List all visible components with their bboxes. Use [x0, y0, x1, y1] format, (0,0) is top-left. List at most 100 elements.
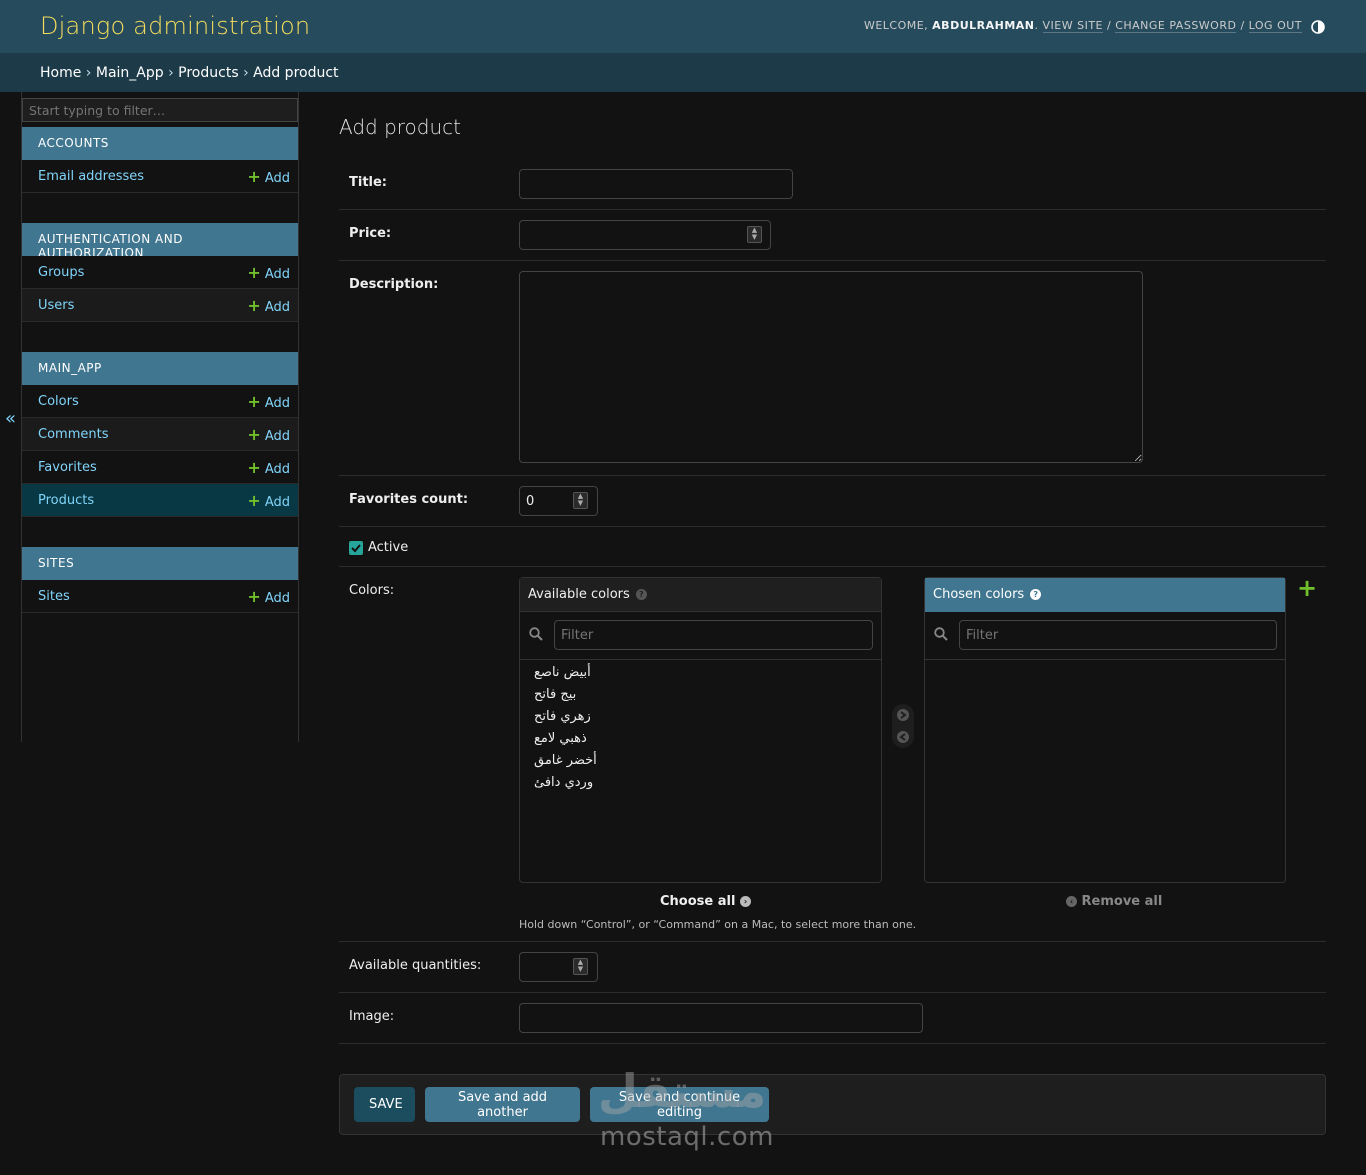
image-input[interactable]	[519, 1003, 923, 1033]
plus-icon: +	[247, 296, 261, 315]
chosen-colors-header: Chosen colors?	[925, 578, 1285, 612]
chevron-left-icon: ‹	[1066, 896, 1077, 907]
sidebar-model-link[interactable]: Sites	[38, 589, 70, 604]
breadcrumb-separator: ›	[168, 65, 174, 81]
sidebar-item-comments: Comments + Add	[22, 418, 298, 451]
price-spinner[interactable]: ▲ ▼	[747, 226, 762, 243]
module-caption-sites[interactable]: SITES	[22, 547, 298, 580]
breadcrumb-separator: ›	[243, 65, 249, 81]
watermark-logo: مستقل	[598, 1064, 767, 1118]
form-row-image: Image:	[339, 993, 1326, 1044]
add-user-link[interactable]: + Add	[247, 296, 290, 315]
move-left-icon[interactable]	[896, 730, 910, 744]
breadcrumb-app[interactable]: Main_App	[96, 65, 164, 81]
colors-help-text: Hold down “Control”, or “Command” on a M…	[519, 918, 917, 931]
available-colors-title: Available colors	[528, 587, 630, 602]
choose-all-link[interactable]: Choose all ›	[660, 894, 751, 909]
sidebar-model-link[interactable]: Email addresses	[38, 169, 144, 184]
title-input[interactable]	[519, 169, 793, 199]
site-brand-link[interactable]: Django administration	[40, 12, 310, 40]
module-caption-auth[interactable]: AUTHENTICATION AND AUTHORIZATION	[22, 223, 298, 260]
page-title: Add product	[339, 115, 462, 139]
remove-all-link[interactable]: ‹ Remove all	[1066, 894, 1162, 909]
add-group-link[interactable]: + Add	[247, 263, 290, 282]
add-comment-link[interactable]: + Add	[247, 425, 290, 444]
plus-icon: +	[247, 491, 261, 510]
color-option[interactable]: وردي دافئ	[520, 772, 881, 794]
save-button[interactable]: SAVE	[354, 1087, 415, 1122]
color-option[interactable]: أبيض ناصع	[520, 662, 881, 684]
add-label: Add	[264, 462, 290, 477]
breadcrumb-model[interactable]: Products	[178, 65, 238, 81]
sidebar-model-link[interactable]: Products	[38, 493, 94, 508]
module-caption-main-app[interactable]: MAIN_APP	[22, 352, 298, 385]
quantities-spinner[interactable]: ▲ ▼	[573, 958, 588, 975]
change-password-link[interactable]: CHANGE PASSWORD	[1115, 19, 1237, 33]
title-label: Title:	[349, 175, 388, 190]
color-option[interactable]: زهري فاتح	[520, 706, 881, 728]
help-icon: ?	[635, 589, 647, 600]
add-label: Add	[264, 591, 290, 606]
user-tools: WELCOME, ABDULRAHMAN. VIEW SITE / CHANGE…	[863, 19, 1302, 33]
form-row-favorites-count: Favorites count: ▲▼	[339, 476, 1326, 527]
chosen-colors-filter-input[interactable]	[959, 620, 1277, 650]
toggle-nav-sidebar-button[interactable]: «	[0, 92, 22, 742]
description-label: Description:	[349, 277, 439, 292]
add-label: Add	[264, 171, 290, 186]
add-favorite-link[interactable]: + Add	[247, 458, 290, 477]
color-option[interactable]: ذهبي لامع	[520, 728, 881, 750]
sidebar-model-link[interactable]: Users	[38, 298, 74, 313]
breadcrumb-home[interactable]: Home	[40, 65, 81, 81]
chosen-colors-box: Chosen colors?	[924, 577, 1286, 883]
sidebar-model-link[interactable]: Colors	[38, 394, 79, 409]
contrast-icon[interactable]	[1311, 20, 1325, 34]
save-and-add-another-button[interactable]: Save and add another	[425, 1087, 580, 1122]
module-caption-accounts[interactable]: ACCOUNTS	[22, 127, 298, 160]
image-label: Image:	[349, 1009, 395, 1024]
chosen-colors-list[interactable]	[925, 660, 1285, 882]
sidebar-model-link[interactable]: Groups	[38, 265, 84, 280]
chosen-colors-title: Chosen colors	[933, 587, 1025, 602]
color-option[interactable]: أخضر غامق	[520, 750, 881, 772]
search-icon	[529, 627, 543, 641]
double-chevron-left-icon: «	[5, 408, 17, 429]
sidebar-item-groups: Groups + Add	[22, 256, 298, 289]
active-checkbox[interactable]	[349, 541, 363, 555]
available-quantities-label: Available quantities:	[349, 958, 482, 973]
watermark-url: mostaql.com	[600, 1122, 774, 1152]
add-color-plus-icon[interactable]: +	[1297, 576, 1317, 600]
available-filter-row	[520, 612, 881, 660]
nav-filter-input[interactable]	[22, 98, 298, 122]
add-color-link[interactable]: + Add	[247, 392, 290, 411]
log-out-link[interactable]: LOG OUT	[1248, 19, 1302, 33]
form-row-active: Active	[339, 527, 1326, 567]
colors-label: Colors:	[349, 583, 395, 598]
breadcrumb: Home › Main_App › Products › Add product	[0, 53, 1366, 92]
add-product-link[interactable]: + Add	[247, 491, 290, 510]
color-option[interactable]: بيج فاتح	[520, 684, 881, 706]
search-icon	[934, 627, 948, 641]
form-row-available-quantities: Available quantities: ▲ ▼	[339, 942, 1326, 993]
add-site-link[interactable]: + Add	[247, 587, 290, 606]
available-colors-list[interactable]: أبيض ناصع بيج فاتح زهري فاتح ذهبي لامع أ…	[520, 660, 881, 882]
form-row-description: Description:	[339, 261, 1326, 476]
selector-chooser	[892, 704, 914, 748]
plus-icon: +	[247, 392, 261, 411]
sidebar-model-link[interactable]: Comments	[38, 427, 108, 442]
add-label: Add	[264, 300, 290, 315]
description-textarea[interactable]	[519, 271, 1143, 463]
plus-icon: +	[247, 167, 261, 186]
move-right-icon[interactable]	[896, 708, 910, 722]
view-site-link[interactable]: VIEW SITE	[1042, 19, 1103, 33]
available-colors-filter-input[interactable]	[554, 620, 873, 650]
add-label: Add	[264, 396, 290, 411]
active-label[interactable]: Active	[368, 540, 408, 555]
sidebar-model-link[interactable]: Favorites	[38, 460, 97, 475]
add-email-address-link[interactable]: + Add	[247, 167, 290, 186]
plus-icon: +	[247, 425, 261, 444]
add-label: Add	[264, 267, 290, 282]
price-input[interactable]	[519, 220, 771, 250]
favorites-spinner[interactable]: ▲ ▼	[573, 492, 588, 509]
nav-sidebar: ACCOUNTS Email addresses +Add AUTHENTICA…	[22, 92, 299, 742]
form-row-title: Title:	[339, 158, 1326, 210]
